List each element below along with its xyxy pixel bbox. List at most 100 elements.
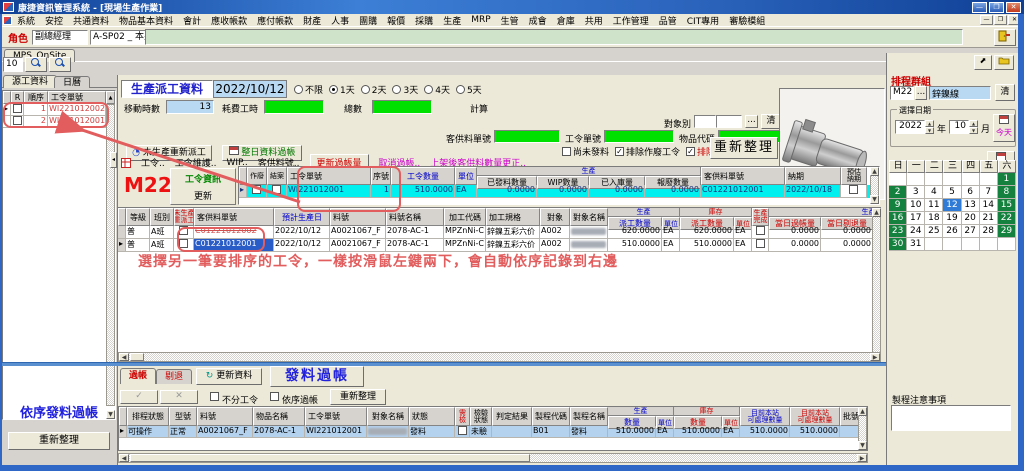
menu-item[interactable]: 系統: [17, 14, 35, 27]
update-data-button[interactable]: ↻ 更新資料: [196, 368, 262, 385]
calendar-day[interactable]: 25: [925, 225, 943, 238]
mdi-minimize-button[interactable]: —: [980, 15, 993, 25]
menu-item[interactable]: 物品基本資料: [119, 14, 173, 27]
calendar-day[interactable]: 26: [943, 225, 961, 238]
menu-item[interactable]: 工作管理: [613, 14, 649, 27]
menu-item[interactable]: 人事: [331, 14, 349, 27]
redispatch-checkbox[interactable]: [179, 226, 188, 235]
calendar-day[interactable]: 1: [998, 173, 1016, 186]
order-no-field[interactable]: [604, 130, 674, 143]
exclude-void-checkbox[interactable]: [615, 147, 624, 156]
tab-calendar[interactable]: 日曆: [54, 76, 90, 88]
inorder-checkbox[interactable]: [270, 392, 279, 401]
calendar-day[interactable]: 15: [998, 199, 1016, 212]
menu-item[interactable]: 報價: [387, 14, 405, 27]
menu-item[interactable]: 共用: [585, 14, 603, 27]
calendar-day[interactable]: [980, 238, 998, 251]
page-size-input[interactable]: 10: [3, 57, 23, 72]
total-field[interactable]: [372, 100, 432, 114]
move-hours-field[interactable]: 13: [166, 100, 214, 114]
sequential-post-label[interactable]: 依序發料過帳: [2, 402, 116, 421]
calendar-day[interactable]: [943, 173, 961, 186]
calendar-day-selected[interactable]: 12: [943, 199, 961, 212]
calendar-day[interactable]: 14: [980, 199, 998, 212]
calendar-day[interactable]: 19: [943, 212, 961, 225]
year-field[interactable]: 2022: [895, 120, 925, 134]
void-checkbox[interactable]: [252, 185, 261, 194]
restore-button[interactable]: ❐: [989, 2, 1004, 13]
cancel-button[interactable]: ✕: [160, 390, 198, 404]
calendar-day[interactable]: [907, 173, 925, 186]
calendar-day[interactable]: 29: [998, 225, 1016, 238]
menu-item[interactable]: 品管: [659, 14, 677, 27]
tab-source-data[interactable]: 源工資料: [3, 75, 57, 88]
target-clear-button[interactable]: 清: [761, 114, 781, 129]
calendar-day[interactable]: 9: [889, 199, 907, 212]
schedule-row[interactable]: 普 A班 C01221012002 2022/10/12 A0021067_F …: [118, 226, 881, 239]
exclude-done-checkbox[interactable]: [686, 147, 695, 156]
calendar-day[interactable]: 22: [998, 212, 1016, 225]
menu-item[interactable]: 會計: [183, 14, 201, 27]
supply-no-field[interactable]: [494, 130, 560, 143]
close-button[interactable]: ✕: [1006, 2, 1021, 13]
calendar-day[interactable]: 23: [889, 225, 907, 238]
calendar-day[interactable]: 11: [925, 199, 943, 212]
calendar-day[interactable]: 4: [925, 186, 943, 199]
month-field[interactable]: 10: [949, 120, 969, 134]
list-item[interactable]: 2 WI221012001: [3, 116, 115, 128]
redispatch-checkbox[interactable]: [179, 239, 188, 248]
calendar-day[interactable]: 6: [962, 186, 980, 199]
target-lookup-button[interactable]: ...: [745, 115, 758, 128]
spent-hours-field[interactable]: [264, 100, 324, 114]
confirm-button[interactable]: ✓: [120, 390, 158, 404]
calendar-day[interactable]: 2: [889, 186, 907, 199]
menu-item[interactable]: 倉庫: [557, 14, 575, 27]
menu-item[interactable]: 生管: [501, 14, 519, 27]
scrollbar-up-icon[interactable]: ▲: [872, 208, 881, 217]
scrollbar-up-icon[interactable]: ▲: [870, 167, 879, 176]
row-checkbox[interactable]: [13, 104, 22, 113]
calendar-day[interactable]: [962, 238, 980, 251]
menu-item[interactable]: MRP: [471, 15, 490, 25]
calendar-day[interactable]: [980, 173, 998, 186]
scrollbar-up-icon[interactable]: ▲: [858, 407, 867, 416]
schedule-vscrollbar[interactable]: [872, 208, 881, 352]
group-name-field[interactable]: 鋅鎳線: [929, 86, 991, 100]
calendar-day[interactable]: 10: [907, 199, 925, 212]
calendar-day[interactable]: 8: [998, 186, 1016, 199]
calendar-day[interactable]: 18: [925, 212, 943, 225]
radio-4day[interactable]: [424, 85, 433, 94]
list-item[interactable]: ▸ 1 WI221012002: [3, 104, 115, 116]
calendar-day[interactable]: 16: [889, 212, 907, 225]
menu-item[interactable]: 應付帳款: [257, 14, 293, 27]
calendar-day[interactable]: [925, 173, 943, 186]
calendar-day[interactable]: 28: [980, 225, 998, 238]
need-inspect-checkbox[interactable]: [458, 426, 467, 435]
today-button[interactable]: 今天: [993, 114, 1015, 142]
nosplit-checkbox[interactable]: [210, 392, 219, 401]
calendar-day[interactable]: 5: [943, 186, 961, 199]
export-button[interactable]: ⬈: [974, 55, 992, 70]
list-scrollbar[interactable]: [106, 104, 115, 406]
est-due-checkbox[interactable]: [849, 185, 858, 194]
group-clear-button[interactable]: 清: [995, 84, 1015, 101]
calendar-day[interactable]: [962, 173, 980, 186]
calendar-day[interactable]: [925, 238, 943, 251]
group-lookup-button[interactable]: ...: [915, 86, 927, 100]
menu-item[interactable]: 成會: [529, 14, 547, 27]
menu-item[interactable]: 共通資料: [73, 14, 109, 27]
target-code-field[interactable]: [694, 115, 716, 128]
calendar-day[interactable]: 7: [980, 186, 998, 199]
menu-item[interactable]: 生產: [443, 14, 461, 27]
main-refresh-button[interactable]: 重新整理: [710, 137, 778, 159]
tab-posting[interactable]: 過帳: [120, 368, 156, 384]
calendar-day[interactable]: [889, 173, 907, 186]
menu-item[interactable]: 財產: [303, 14, 321, 27]
menu-item[interactable]: 採購: [415, 14, 433, 27]
open-folder-button[interactable]: [994, 55, 1014, 70]
menu-item[interactable]: 團購: [359, 14, 377, 27]
left-refresh-button[interactable]: 重新整理: [8, 432, 110, 450]
calendar-day[interactable]: 20: [962, 212, 980, 225]
mdi-restore-button[interactable]: ❐: [994, 15, 1007, 25]
calendar-day[interactable]: 3: [907, 186, 925, 199]
